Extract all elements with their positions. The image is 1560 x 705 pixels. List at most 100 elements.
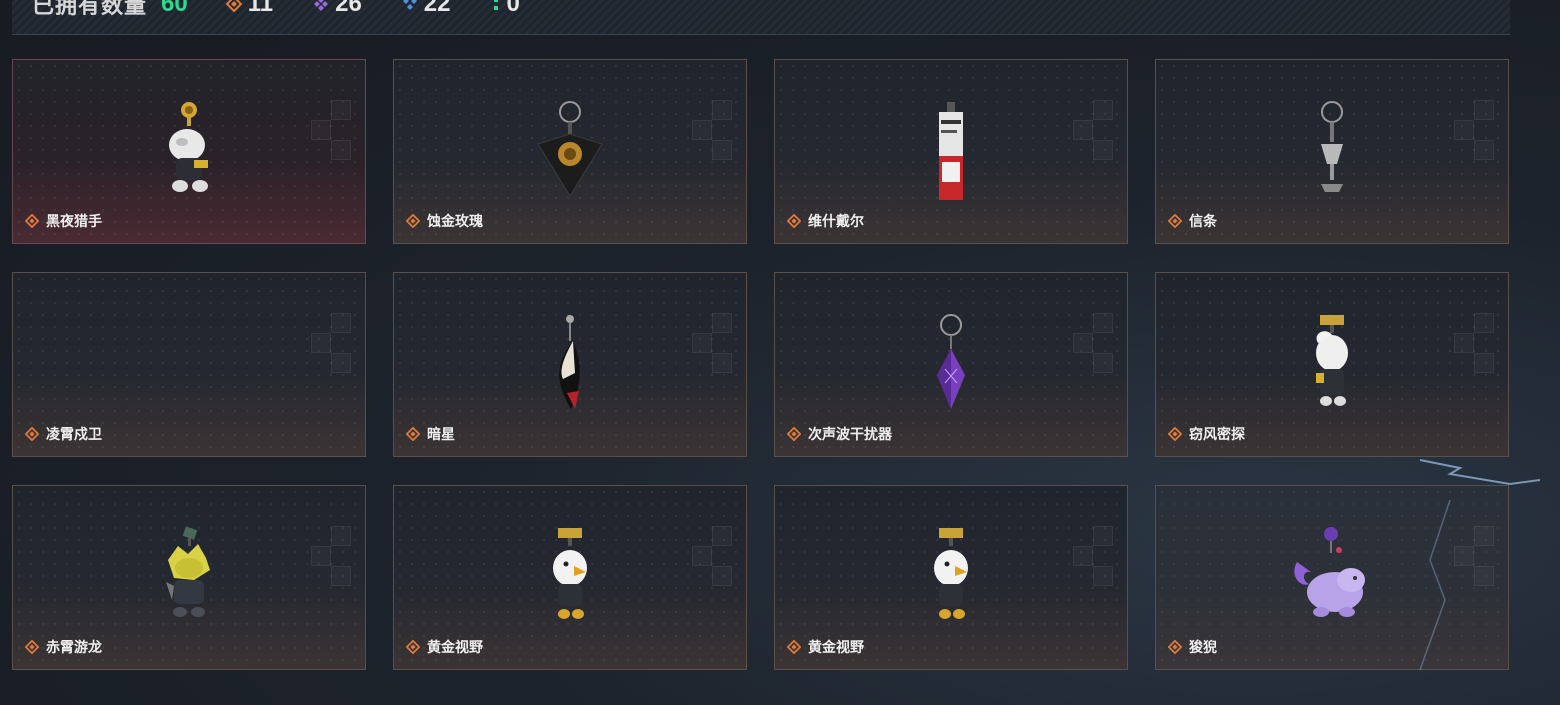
charm-name: 信条 [1189,213,1217,229]
rarity-orange-icon [25,640,39,654]
decor-square [311,333,331,353]
charm-label: 黄金视野 [787,637,864,657]
decor-square [712,100,732,120]
stat-green-value: 0 [506,0,520,17]
charm-card[interactable]: 赤霄游龙 [12,485,366,670]
decor-square [331,526,351,546]
rarity-orange-icon [1168,640,1182,654]
decor-square [1093,526,1113,546]
charm-card[interactable]: 次声波干扰器 [774,272,1128,457]
decor-square [331,353,351,373]
charm-label: 暗星 [406,424,455,444]
charm-grid: 黑夜猎手 蚀金玫瑰 维什戴尔 信条 凌霄戍卫 暗星 次声波干扰器 窃风密探 赤霄… [12,59,1509,670]
charm-name: 黄金视野 [808,639,864,655]
charm-card[interactable]: 黑夜猎手 [12,59,366,244]
charm-name: 窃风密探 [1189,426,1245,442]
crystal-charm-icon [937,314,965,409]
charm-card[interactable]: 黄金视野 [774,485,1128,670]
hunter-charm-icon [169,102,208,192]
eagle-charm-icon [934,528,968,619]
charm-card[interactable]: 信条 [1155,59,1509,244]
rarity-orange-icon [1168,214,1182,228]
collection-header: 已拥有数量 60 11 26 22 0 [12,0,1510,35]
decor-square [712,566,732,586]
eagle-charm-icon [553,528,587,619]
rarity-orange-icon [787,427,801,441]
rarity-orange-icon [787,640,801,654]
decor-square [1093,566,1113,586]
charm-label: 窃风密探 [1168,424,1245,444]
decor-square [1073,120,1093,140]
decor-square [692,546,712,566]
charm-name: 赤霄游龙 [46,639,102,655]
charm-name: 黄金视野 [427,639,483,655]
charm-name: 维什戴尔 [808,213,864,229]
decor-square [331,100,351,120]
decor-square [1474,526,1494,546]
decor-square [1454,120,1474,140]
decor-square [311,546,331,566]
charm-label: 维什戴尔 [787,211,864,231]
decor-square [1454,333,1474,353]
rarity-orange-icon [406,214,420,228]
charm-label: 凌霄戍卫 [25,424,102,444]
decor-square [1474,140,1494,160]
rarity-orange-icon [406,427,420,441]
charm-label: 蚀金玫瑰 [406,211,483,231]
decor-square [712,526,732,546]
charm-label: 狻猊 [1168,637,1217,657]
stat-green: 0 [491,0,520,18]
stat-orange: 11 [225,0,274,18]
charm-label: 黄金视野 [406,637,483,657]
decor-square [692,333,712,353]
decor-square [1093,100,1113,120]
charm-card[interactable]: 窃风密探 [1155,272,1509,457]
decor-square [1073,546,1093,566]
rose-charm-icon [537,101,603,197]
charm-name: 黑夜猎手 [46,213,102,229]
decor-square [712,140,732,160]
charm-card[interactable]: 凌霄戍卫 [12,272,366,457]
decor-square [1073,333,1093,353]
stat-blue: 22 [402,0,451,18]
decor-square [1093,313,1113,333]
orange-diamond-icon [225,0,242,12]
stat-blue-value: 22 [423,0,451,17]
charm-card[interactable]: 狻猊 [1155,485,1509,670]
decor-square [1474,353,1494,373]
charm-label: 信条 [1168,211,1217,231]
charm-name: 暗星 [427,426,455,442]
decor-square [1474,566,1494,586]
card-charm-icon [939,102,963,200]
blue-diamond-icon [402,0,417,10]
decor-square [1474,313,1494,333]
decor-square [1474,100,1494,120]
green-dot-icon [493,0,498,10]
stat-purple-value: 26 [335,0,362,17]
decor-square [311,120,331,140]
charm-label: 黑夜猎手 [25,211,102,231]
charm-label: 赤霄游龙 [25,637,102,657]
rarity-orange-icon [25,427,39,441]
charm-card[interactable]: 暗星 [393,272,747,457]
rarity-orange-icon [406,640,420,654]
decor-square [1093,353,1113,373]
charm-card[interactable]: 蚀金玫瑰 [393,59,747,244]
lion-charm-icon [1294,527,1365,617]
dark-star-charm-icon [559,315,580,409]
stat-orange-value: 11 [247,0,274,17]
decor-square [1093,140,1113,160]
decor-square [1454,546,1474,566]
decor-square [692,120,712,140]
decor-square [331,140,351,160]
decor-square [331,566,351,586]
charm-label: 次声波干扰器 [787,424,892,444]
charm-name: 次声波干扰器 [808,426,892,442]
charm-card[interactable]: 黄金视野 [393,485,747,670]
spy-charm-icon [1316,315,1348,406]
decor-square [712,353,732,373]
charm-card[interactable]: 维什戴尔 [774,59,1128,244]
decor-square [712,313,732,333]
charm-name: 凌霄戍卫 [46,426,102,442]
owned-label: 已拥有数量 [32,0,148,18]
